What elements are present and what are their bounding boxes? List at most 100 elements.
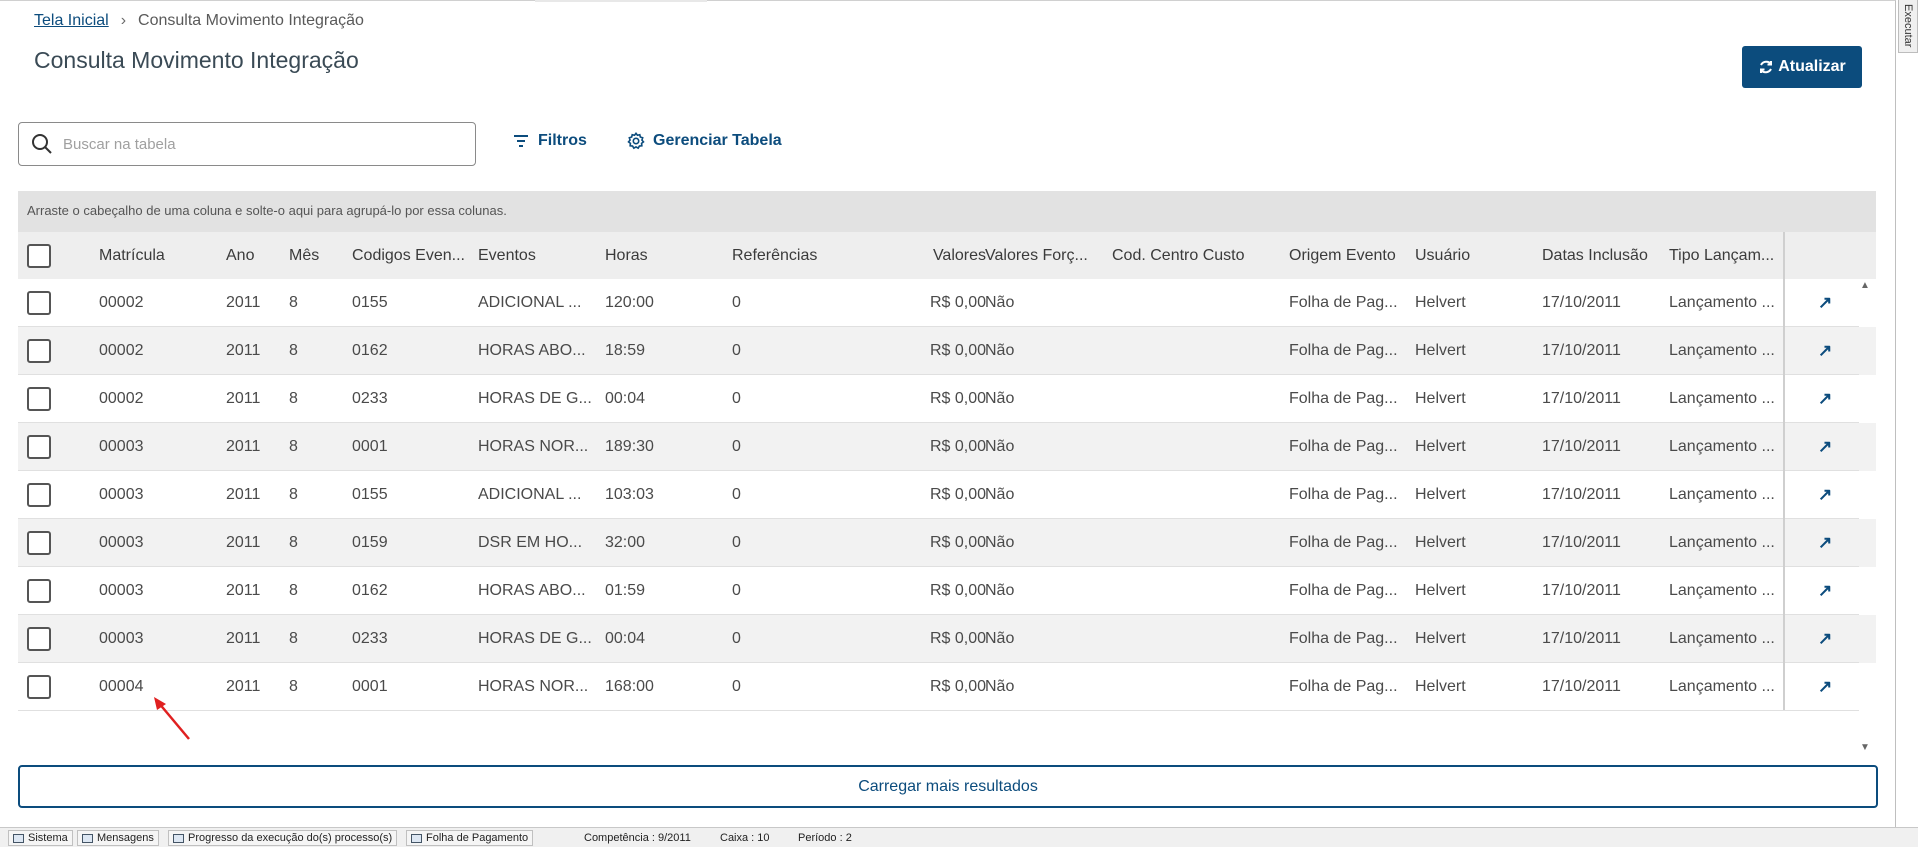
cell-codigo-evento: 0155	[352, 294, 388, 311]
cell-ano: 2011	[226, 438, 261, 455]
column-header-codigos-eventos[interactable]: Codigos Even...	[352, 232, 465, 279]
cell-referencias: 0	[732, 342, 741, 359]
manage-table-button[interactable]: Gerenciar Tabela	[627, 132, 782, 150]
row-checkbox[interactable]	[27, 339, 51, 363]
column-header-tipo-lancamento[interactable]: Tipo Lançam...	[1669, 232, 1774, 279]
row-checkbox[interactable]	[27, 291, 51, 315]
statusbar-progresso[interactable]: Progresso da execução do(s) processo(s)	[168, 830, 398, 846]
statusbar-periodo: Período : 2	[798, 832, 852, 844]
open-detail-arrow-icon[interactable]: ↗	[1818, 519, 1832, 567]
search-input[interactable]	[63, 135, 443, 153]
column-header-horas[interactable]: Horas	[605, 232, 648, 279]
cell-valores-forcados: Não	[985, 294, 1015, 311]
scroll-down-arrow-icon[interactable]: ▼	[1860, 742, 1870, 753]
statusbar-sistema[interactable]: Sistema	[8, 830, 73, 846]
column-header-matricula[interactable]: Matrícula	[99, 232, 165, 279]
column-header-valores[interactable]: Valores	[868, 232, 986, 279]
cell-data-inclusao: 17/10/2011	[1542, 582, 1621, 599]
open-detail-arrow-icon[interactable]: ↗	[1818, 279, 1832, 327]
cell-evento: ADICIONAL ...	[478, 486, 582, 503]
cell-evento: HORAS NOR...	[478, 678, 589, 695]
row-checkbox[interactable]	[27, 627, 51, 651]
cell-ano: 2011	[226, 582, 261, 599]
cell-origem-evento: Folha de Pag...	[1289, 294, 1398, 311]
row-checkbox[interactable]	[27, 675, 51, 699]
table-row[interactable]: 00003 2011 8 0159 DSR EM HO... 32:00 0 R$ 0,00 N…	[18, 519, 1876, 567]
column-header-ano[interactable]: Ano	[226, 232, 254, 279]
column-header-cod-centro-custo[interactable]: Cod. Centro Custo	[1112, 232, 1245, 279]
column-header-datas-inclusao[interactable]: Datas Inclusão	[1542, 232, 1648, 279]
row-checkbox-cell	[27, 471, 51, 519]
gear-icon	[627, 132, 645, 150]
row-checkbox[interactable]	[27, 483, 51, 507]
column-header-valores-forcados[interactable]: Valores Forç...	[985, 232, 1088, 279]
cell-matricula: 00002	[99, 342, 144, 359]
table-row[interactable]: 00002 2011 8 0155 ADICIONAL ... 120:00 0 R$ 0,0…	[18, 279, 1876, 327]
load-more-button[interactable]: Carregar mais resultados	[18, 765, 1878, 808]
cell-valores: R$ 0,00	[929, 486, 986, 503]
group-by-drop-zone[interactable]: Arraste o cabeçalho de uma coluna e solt…	[18, 191, 1876, 232]
cell-codigo-evento: 0001	[352, 678, 388, 695]
breadcrumb-home-link[interactable]: Tela Inicial	[34, 12, 109, 30]
table-row[interactable]: 00003 2011 8 0162 HORAS ABO... 01:59 0 R$ 0,00 N…	[18, 567, 1876, 615]
cell-valores: R$ 0,00	[929, 390, 986, 407]
cell-mes: 8	[289, 678, 298, 695]
cell-origem-evento: Folha de Pag...	[1289, 534, 1398, 551]
row-checkbox[interactable]	[27, 579, 51, 603]
select-all-checkbox[interactable]	[27, 243, 51, 268]
status-bar: Sistema Mensagens Progresso da execução …	[0, 827, 1918, 847]
cell-usuario: Helvert	[1415, 630, 1466, 647]
table-row[interactable]: 00003 2011 8 0233 HORAS DE G... 00:04 0 R$ 0,00…	[18, 615, 1876, 663]
open-detail-arrow-icon[interactable]: ↗	[1818, 423, 1832, 471]
row-checkbox-cell	[27, 279, 51, 327]
cell-ano: 2011	[226, 486, 261, 503]
scroll-up-arrow-icon[interactable]: ▲	[1860, 280, 1870, 291]
statusbar-mensagens[interactable]: Mensagens	[77, 830, 159, 846]
column-header-mes[interactable]: Mês	[289, 232, 319, 279]
column-header-referencias[interactable]: Referências	[732, 232, 817, 279]
cell-mes: 8	[289, 294, 298, 311]
cell-ano: 2011	[226, 534, 261, 551]
breadcrumb: Tela Inicial › Consulta Movimento Integr…	[34, 12, 364, 30]
open-detail-arrow-icon[interactable]: ↗	[1818, 327, 1832, 375]
row-checkbox-cell	[27, 663, 51, 711]
table-row[interactable]: 00003 2011 8 0001 HORAS NOR... 189:30 0 R$ 0,00…	[18, 423, 1876, 471]
update-button[interactable]: Atualizar	[1742, 46, 1862, 88]
execute-side-tab[interactable]: Executar	[1898, 0, 1918, 53]
open-detail-arrow-icon[interactable]: ↗	[1818, 615, 1832, 663]
table-row[interactable]: 00002 2011 8 0233 HORAS DE G... 00:04 0 R$ 0,00…	[18, 375, 1876, 423]
open-detail-arrow-icon[interactable]: ↗	[1818, 663, 1832, 711]
cell-tipo-lancamento: Lançamento ...	[1669, 534, 1775, 551]
table-row[interactable]: 00002 2011 8 0162 HORAS ABO... 18:59 0 R$ 0,00 N…	[18, 327, 1876, 375]
table-row[interactable]: 00003 2011 8 0155 ADICIONAL ... 103:03 0 R$ 0,0…	[18, 471, 1876, 519]
search-box	[18, 122, 476, 166]
open-detail-arrow-icon[interactable]: ↗	[1818, 567, 1832, 615]
cell-horas: 01:59	[605, 582, 646, 599]
cell-matricula: 00002	[99, 294, 144, 311]
open-detail-arrow-icon[interactable]: ↗	[1818, 471, 1832, 519]
cell-data-inclusao: 17/10/2011	[1542, 390, 1621, 407]
cell-origem-evento: Folha de Pag...	[1289, 438, 1398, 455]
row-checkbox[interactable]	[27, 435, 51, 459]
cell-mes: 8	[289, 390, 298, 407]
column-header-usuario[interactable]: Usuário	[1415, 232, 1470, 279]
row-checkbox[interactable]	[27, 387, 51, 411]
row-checkbox-cell	[27, 519, 51, 567]
row-checkbox[interactable]	[27, 531, 51, 555]
column-header-origem-evento[interactable]: Origem Evento	[1289, 232, 1396, 279]
statusbar-progresso-label: Progresso da execução do(s) processo(s)	[188, 832, 393, 844]
cell-mes: 8	[289, 438, 298, 455]
statusbar-mensagens-label: Mensagens	[97, 832, 154, 844]
statusbar-folha[interactable]: Folha de Pagamento	[406, 830, 534, 846]
cell-referencias: 0	[732, 486, 741, 503]
filters-button[interactable]: Filtros	[512, 132, 587, 150]
top-tab-indicator	[535, 0, 707, 2]
cell-matricula: 00004	[99, 678, 144, 695]
cell-evento: HORAS ABO...	[478, 342, 586, 359]
cell-ano: 2011	[226, 630, 261, 647]
column-header-eventos[interactable]: Eventos	[478, 232, 536, 279]
table-row[interactable]: 00004 2011 8 0001 HORAS NOR... 168:00 0 R$ 0,00…	[18, 663, 1876, 711]
cell-valores: R$ 0,00	[929, 678, 986, 695]
cell-matricula: 00002	[99, 390, 144, 407]
open-detail-arrow-icon[interactable]: ↗	[1818, 375, 1832, 423]
